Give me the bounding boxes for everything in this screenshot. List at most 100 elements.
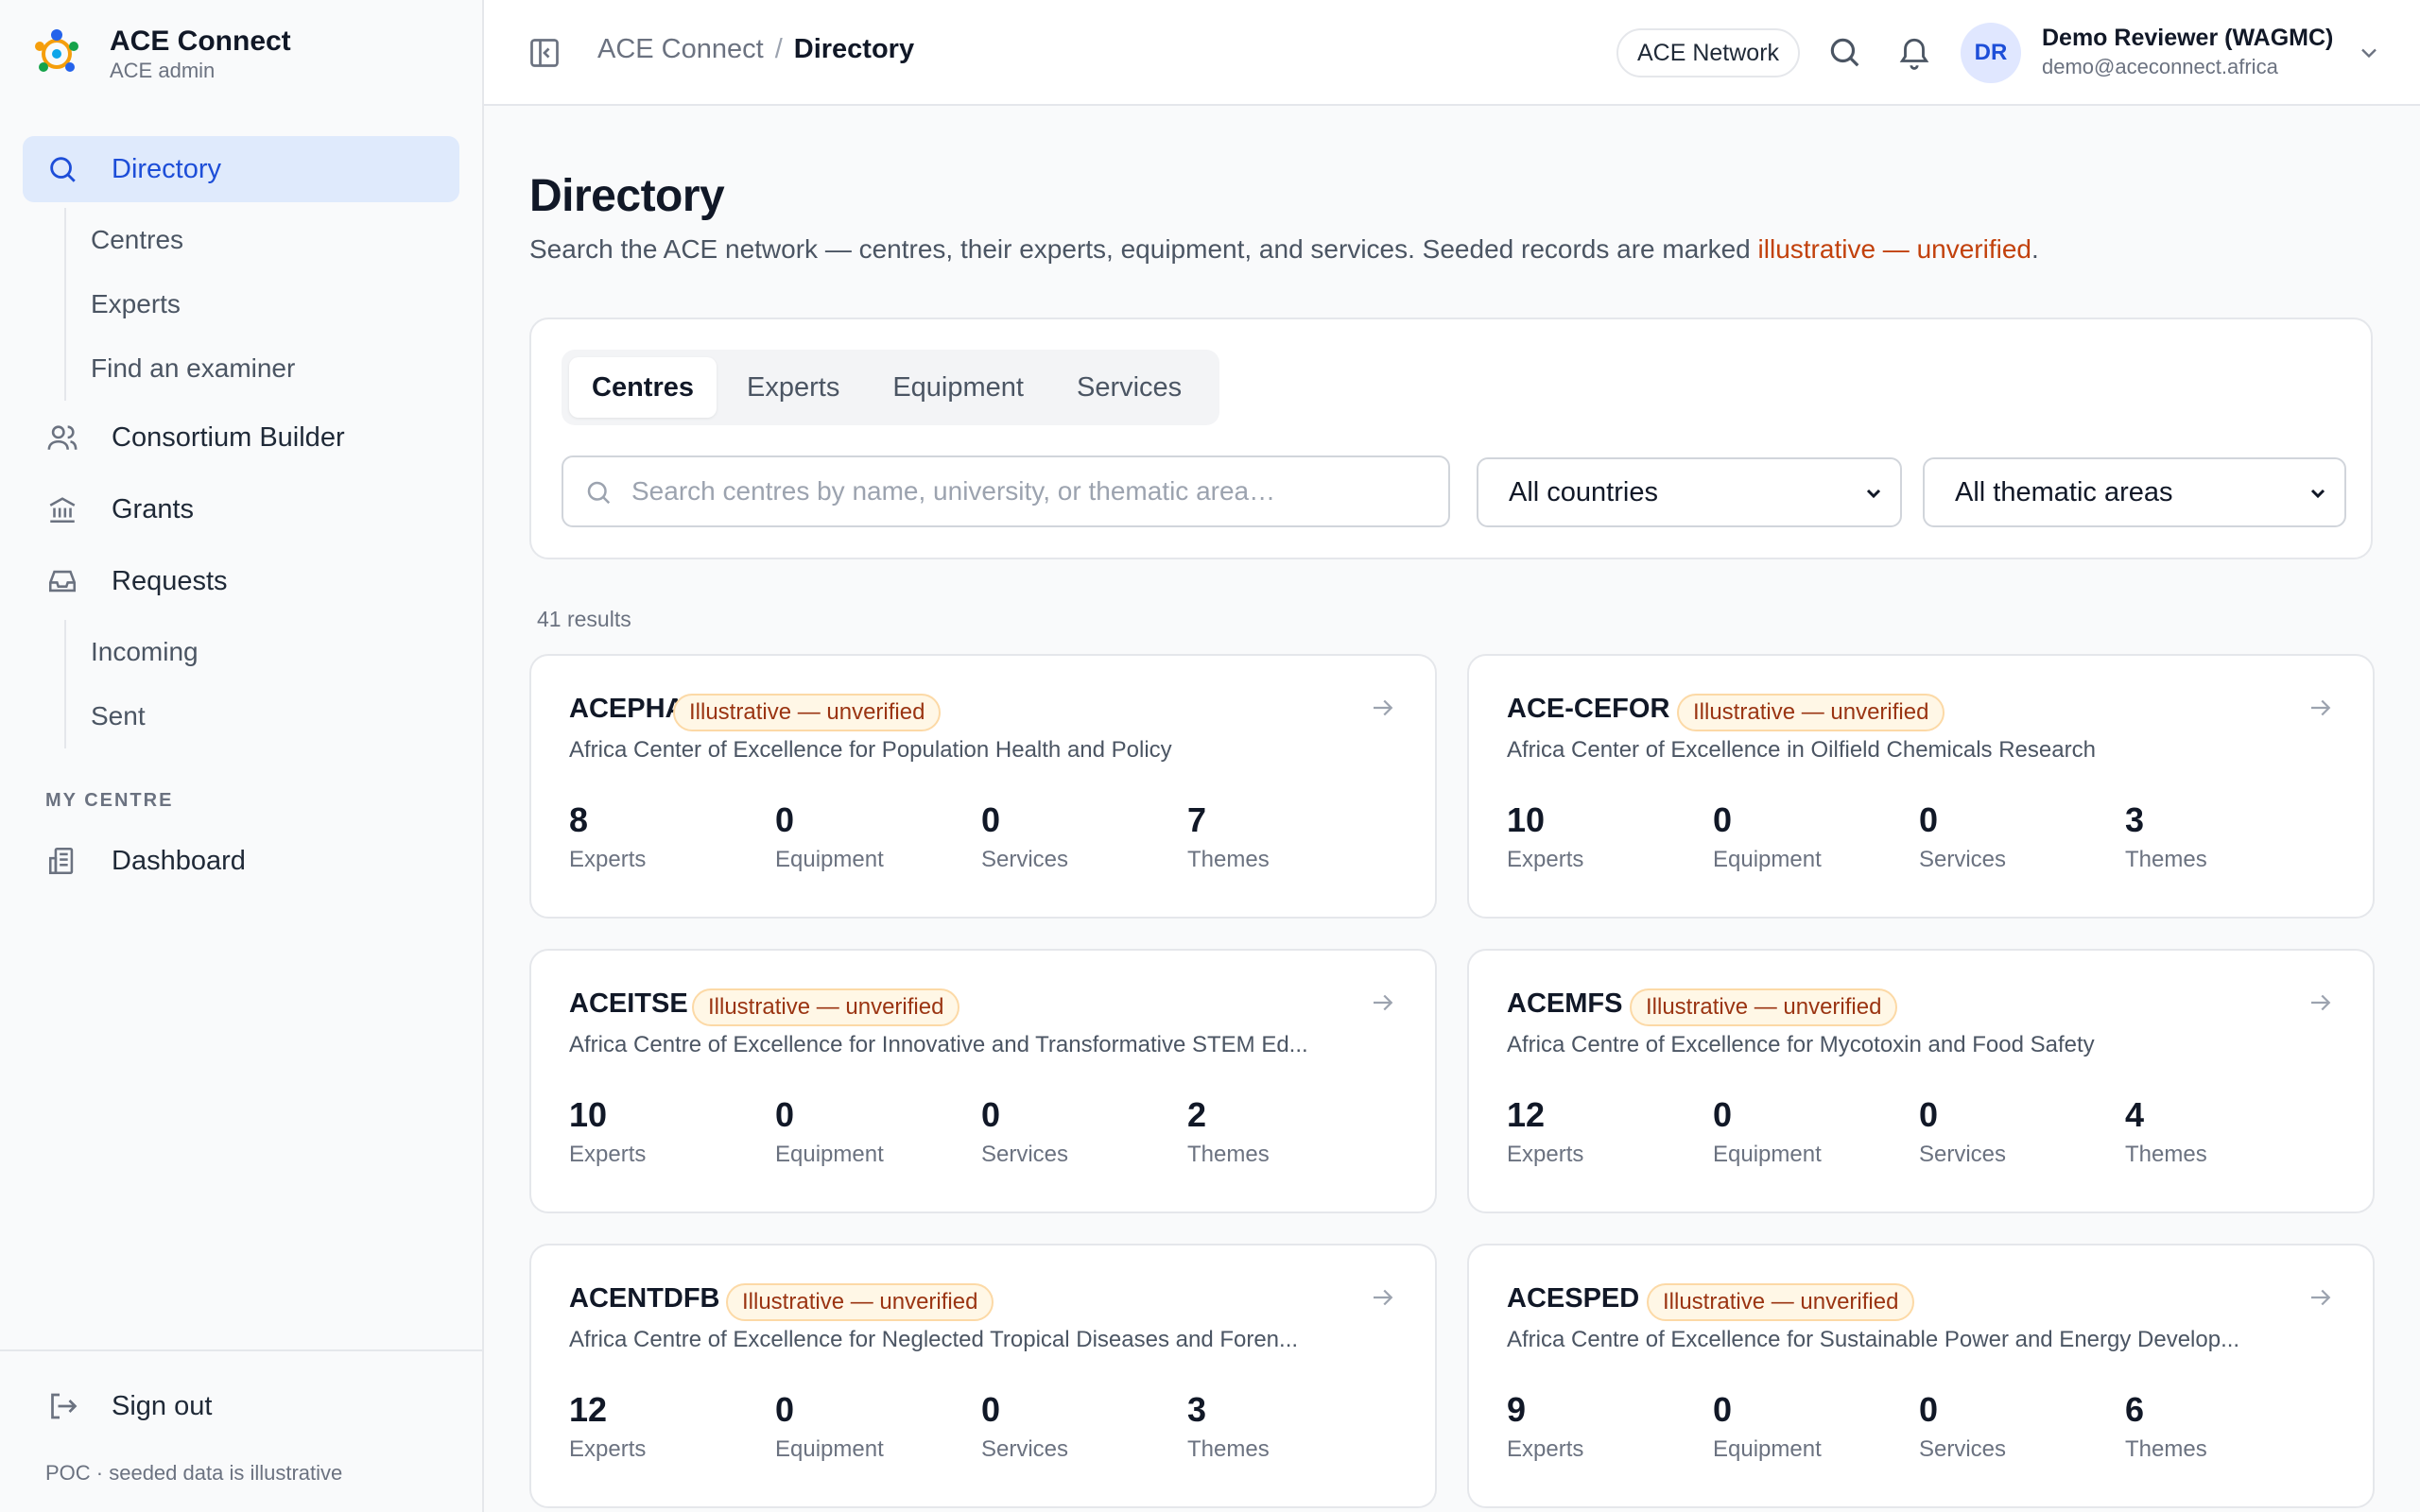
user-email: demo@aceconnect.africa bbox=[2042, 55, 2278, 78]
arrow-right-icon[interactable] bbox=[2307, 988, 2335, 1017]
arrow-right-icon[interactable] bbox=[2307, 694, 2335, 722]
avatar[interactable]: DR bbox=[1961, 23, 2021, 83]
centre-code: ACESPED bbox=[1507, 1283, 1640, 1314]
country-select[interactable]: All countries bbox=[1477, 457, 1902, 527]
centre-name: Africa Center of Excellence in Oilfield … bbox=[1507, 737, 2096, 763]
stat-services-label: Services bbox=[981, 1436, 1069, 1462]
stat-themes-value: 6 bbox=[2125, 1390, 2145, 1429]
stat-equipment-value: 0 bbox=[775, 800, 795, 839]
network-switcher-button[interactable]: ACE Network bbox=[1616, 28, 1801, 77]
sidebar: ACE Connect ACE admin Directory Centres … bbox=[0, 0, 484, 1512]
sidebar-item-centres[interactable]: Centres bbox=[91, 208, 459, 272]
centre-name: Africa Center of Excellence for Populati… bbox=[569, 737, 1172, 763]
centre-name: Africa Centre of Excellence for Neglecte… bbox=[569, 1327, 1299, 1352]
sidebar-toggle-icon[interactable] bbox=[527, 36, 562, 70]
my-centre-nav: Dashboard bbox=[23, 828, 459, 900]
sidebar-item-sent[interactable]: Sent bbox=[91, 684, 459, 748]
stat-themes-label: Themes bbox=[2125, 1436, 2207, 1462]
sidebar-footer: Sign out POC · seeded data is illustrati… bbox=[0, 1349, 482, 1512]
stat-themes-value: 3 bbox=[1187, 1390, 1207, 1429]
sidebar-item-experts[interactable]: Experts bbox=[91, 272, 459, 336]
stat-services-value: 0 bbox=[1919, 1095, 1939, 1134]
stat-themes: 2 Themes bbox=[1187, 1094, 1270, 1170]
stat-experts-label: Experts bbox=[1507, 1436, 1584, 1462]
tab-experts[interactable]: Experts bbox=[724, 357, 862, 418]
tab-equipment[interactable]: Equipment bbox=[870, 357, 1046, 418]
search-input[interactable] bbox=[631, 467, 1426, 516]
centre-card[interactable]: ACESPED Illustrative — unverified Africa… bbox=[1467, 1244, 2375, 1508]
stat-equipment-label: Equipment bbox=[775, 1142, 884, 1167]
search-icon bbox=[45, 152, 79, 186]
page-description: Search the ACE network — centres, their … bbox=[529, 234, 2039, 265]
sidebar-item-find-examiner[interactable]: Find an examiner bbox=[91, 336, 459, 401]
stat-experts-label: Experts bbox=[569, 1436, 647, 1462]
page-description-end: . bbox=[2031, 234, 2039, 264]
search-icon[interactable] bbox=[1826, 34, 1862, 70]
main-nav: Directory Centres Experts Find an examin… bbox=[23, 136, 459, 752]
stat-themes-label: Themes bbox=[2125, 847, 2207, 872]
sign-out-label: Sign out bbox=[112, 1390, 213, 1421]
stat-services: 0 Services bbox=[1919, 1389, 2006, 1465]
sidebar-item-label: Requests bbox=[112, 565, 228, 596]
thematic-area-select[interactable]: All thematic areas bbox=[1923, 457, 2346, 527]
centre-card[interactable]: ACEITSE Illustrative — unverified Africa… bbox=[529, 949, 1437, 1213]
stat-services-value: 0 bbox=[1919, 1390, 1939, 1429]
centre-card[interactable]: ACE-CEFOR Illustrative — unverified Afri… bbox=[1467, 654, 2375, 919]
stat-services-label: Services bbox=[981, 847, 1069, 872]
breadcrumb-root[interactable]: ACE Connect bbox=[597, 34, 764, 65]
stat-equipment: 0 Equipment bbox=[1713, 1389, 1822, 1465]
stat-services: 0 Services bbox=[1919, 799, 2006, 875]
chevron-down-icon[interactable] bbox=[2356, 40, 2382, 66]
sidebar-item-directory[interactable]: Directory bbox=[23, 136, 459, 202]
sidebar-item-grants[interactable]: Grants bbox=[23, 476, 459, 542]
stat-services: 0 Services bbox=[981, 1389, 1068, 1465]
stat-services: 0 Services bbox=[981, 799, 1068, 875]
stat-equipment-value: 0 bbox=[1713, 1095, 1733, 1134]
stat-equipment-label: Equipment bbox=[1713, 1436, 1822, 1462]
requests-subnav: Incoming Sent bbox=[64, 620, 459, 748]
arrow-right-icon[interactable] bbox=[1369, 694, 1397, 722]
stat-equipment: 0 Equipment bbox=[1713, 799, 1822, 875]
sidebar-item-requests[interactable]: Requests bbox=[23, 548, 459, 614]
centre-name: Africa Centre of Excellence for Innovati… bbox=[569, 1032, 1308, 1057]
stat-experts-value: 12 bbox=[1507, 1095, 1546, 1134]
stat-experts: 10 Experts bbox=[1507, 799, 1583, 875]
sign-out-button[interactable]: Sign out bbox=[45, 1389, 212, 1423]
sidebar-item-consortium-builder[interactable]: Consortium Builder bbox=[23, 404, 459, 471]
chevron-down-icon bbox=[2310, 489, 2325, 499]
stat-equipment: 0 Equipment bbox=[1713, 1094, 1822, 1170]
stat-themes-value: 7 bbox=[1187, 800, 1207, 839]
arrow-right-icon[interactable] bbox=[1369, 1283, 1397, 1312]
section-label-my-centre: MY CENTRE bbox=[45, 790, 174, 811]
stat-equipment-label: Equipment bbox=[1713, 1142, 1822, 1167]
illustrative-badge: Illustrative — unverified bbox=[692, 988, 960, 1026]
centre-card[interactable]: ACENTDFB Illustrative — unverified Afric… bbox=[529, 1244, 1437, 1508]
stat-themes: 6 Themes bbox=[2125, 1389, 2207, 1465]
illustrative-badge: Illustrative — unverified bbox=[673, 694, 942, 731]
centre-card[interactable]: ACEMFS Illustrative — unverified Africa … bbox=[1467, 949, 2375, 1213]
stat-themes-label: Themes bbox=[1187, 1142, 1270, 1167]
directory-subnav: Centres Experts Find an examiner bbox=[64, 208, 459, 401]
tab-centres[interactable]: Centres bbox=[569, 357, 717, 418]
illustrative-badge: Illustrative — unverified bbox=[1677, 694, 1945, 731]
stat-themes-label: Themes bbox=[2125, 1142, 2207, 1167]
illustrative-badge: Illustrative — unverified bbox=[1630, 988, 1898, 1026]
inbox-icon bbox=[45, 564, 79, 598]
stat-experts: 12 Experts bbox=[569, 1389, 646, 1465]
stat-themes: 7 Themes bbox=[1187, 799, 1270, 875]
centre-card[interactable]: ACEPHAP Illustrative — unverified Africa… bbox=[529, 654, 1437, 919]
stat-equipment-value: 0 bbox=[775, 1390, 795, 1429]
bell-icon[interactable] bbox=[1896, 34, 1932, 70]
stat-experts-value: 10 bbox=[1507, 800, 1546, 839]
stat-services-label: Services bbox=[1919, 847, 2007, 872]
centre-name: Africa Centre of Excellence for Mycotoxi… bbox=[1507, 1032, 2095, 1057]
arrow-right-icon[interactable] bbox=[1369, 988, 1397, 1017]
arrow-right-icon[interactable] bbox=[2307, 1283, 2335, 1312]
sidebar-item-dashboard[interactable]: Dashboard bbox=[23, 828, 459, 894]
brand[interactable]: ACE Connect ACE admin bbox=[30, 25, 291, 83]
user-name[interactable]: Demo Reviewer (WAGMC) bbox=[2042, 25, 2333, 52]
chevron-down-icon bbox=[1866, 489, 1881, 499]
building-icon bbox=[45, 844, 79, 878]
tab-services[interactable]: Services bbox=[1054, 357, 1204, 418]
sidebar-item-incoming[interactable]: Incoming bbox=[91, 620, 459, 684]
